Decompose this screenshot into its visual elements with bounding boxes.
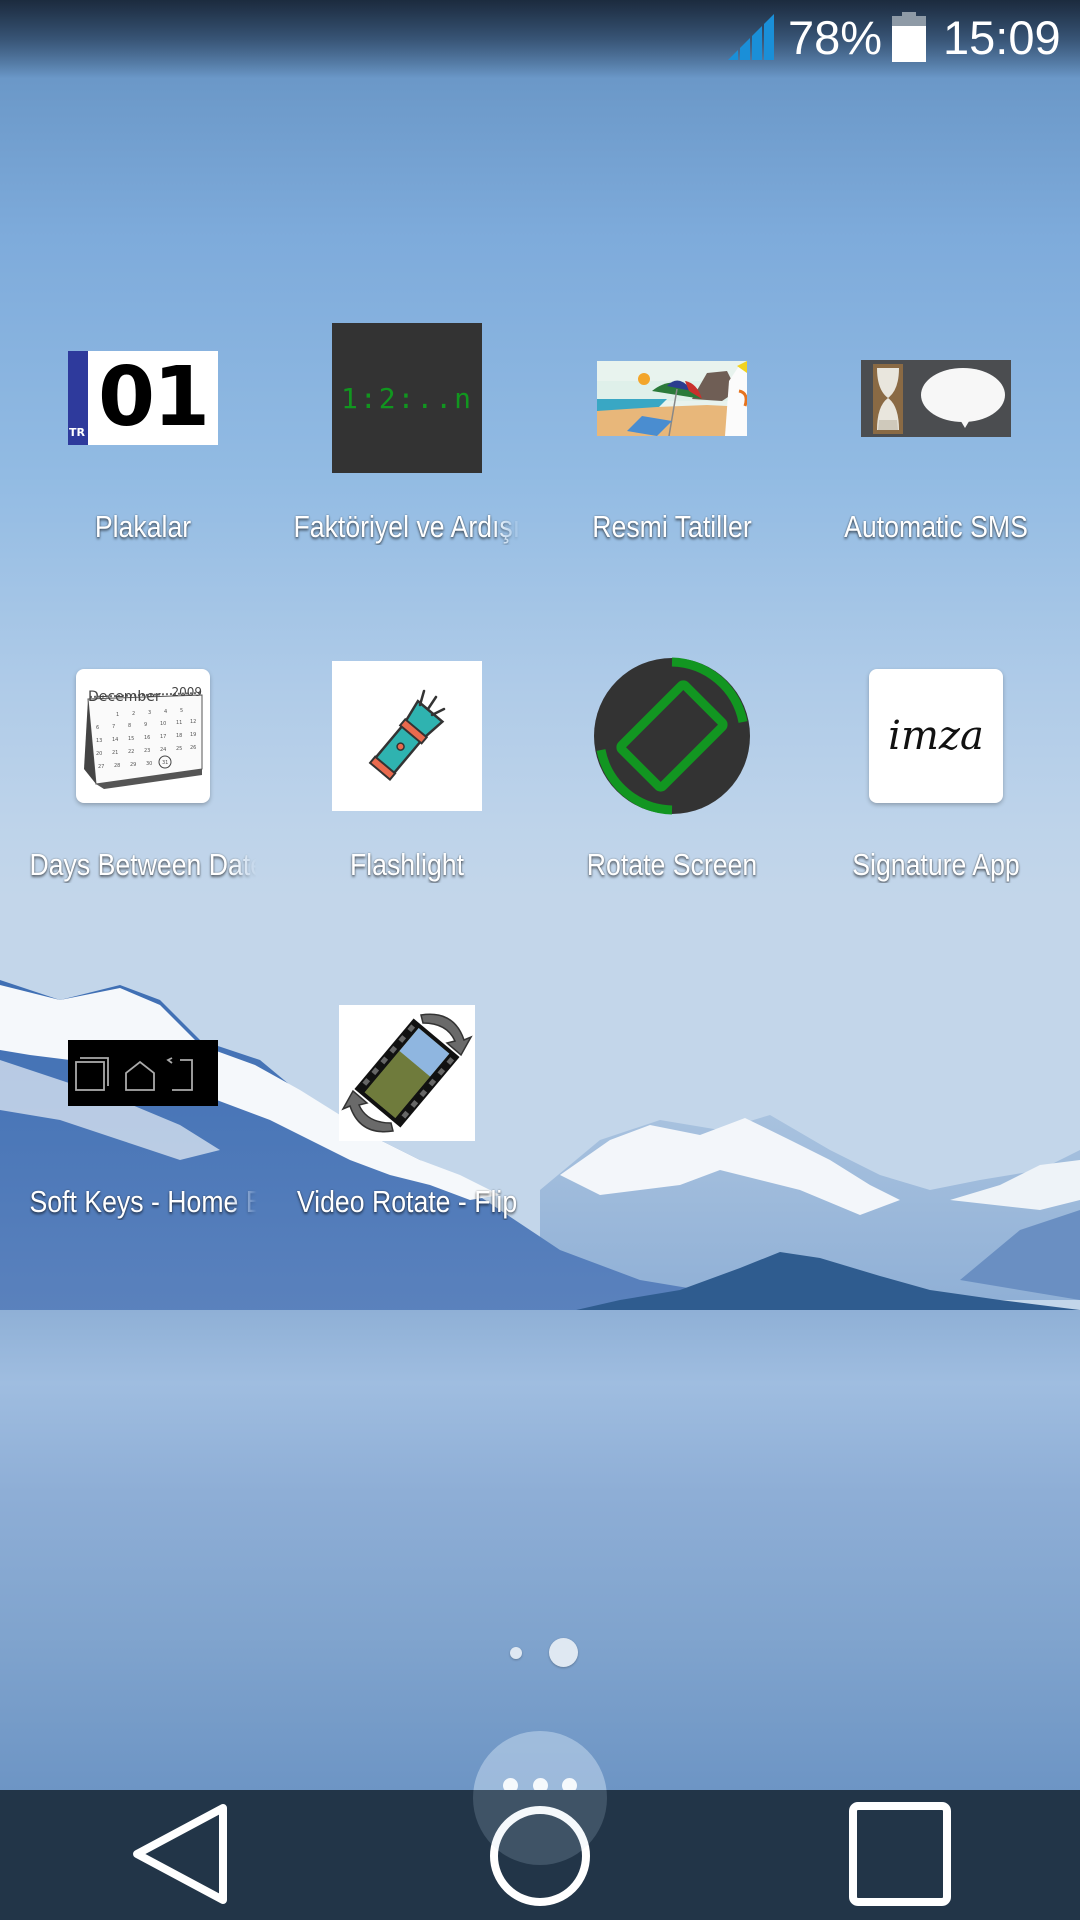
svg-text:12: 12 — [190, 719, 196, 725]
flashlight-icon — [275, 651, 539, 821]
cellular-signal-icon — [728, 14, 774, 60]
app-label: Video Rotate - Flip — [296, 1184, 518, 1219]
soft-keys-icon — [11, 988, 275, 1158]
app-rotate-screen[interactable]: Rotate Screen — [540, 651, 804, 951]
signature-imza-icon: imza — [804, 651, 1068, 821]
app-plakalar[interactable]: TR 01 Plakalar — [11, 313, 275, 613]
app-video-rotate[interactable]: Video Rotate - Flip — [275, 988, 539, 1288]
svg-text:28: 28 — [114, 763, 120, 769]
page-dot-2-active[interactable] — [549, 1638, 578, 1667]
svg-text:10: 10 — [160, 721, 166, 727]
status-bar: 78% 15:09 — [0, 0, 1080, 78]
svg-text:30: 30 — [146, 761, 152, 767]
svg-text:7: 7 — [112, 724, 115, 730]
svg-text:15: 15 — [128, 736, 134, 742]
svg-text:18: 18 — [176, 733, 182, 739]
app-label: Plakalar — [94, 509, 192, 544]
svg-text:3: 3 — [148, 710, 151, 716]
app-label: Soft Keys - Home Button — [29, 1184, 256, 1219]
recents-icon — [849, 1802, 951, 1906]
license-plate-01-icon: TR 01 — [11, 313, 275, 483]
back-button[interactable] — [80, 1790, 280, 1920]
svg-text:31: 31 — [162, 760, 168, 766]
app-flashlight[interactable]: Flashlight — [275, 651, 539, 951]
status-clock: 15:09 — [943, 11, 1061, 64]
beach-holiday-icon — [540, 313, 804, 483]
app-label: Resmi Tatiller — [592, 509, 752, 544]
signature-icon-text: imza — [888, 713, 984, 759]
svg-text:29: 29 — [130, 762, 136, 768]
svg-text:2: 2 — [132, 711, 135, 717]
svg-text:24: 24 — [160, 747, 166, 753]
battery-icon — [892, 12, 926, 62]
plate-number-text: 01 — [97, 350, 210, 445]
plate-badge-text: TR — [69, 426, 85, 439]
factorial-sequence-icon: 1:2:..n — [275, 313, 539, 483]
app-label: Faktöriyel ve Ardışık — [293, 509, 521, 544]
app-label: Signature App — [852, 847, 1020, 882]
svg-text:20: 20 — [96, 751, 102, 757]
factorial-icon-text: 1:2:..n — [340, 381, 473, 415]
svg-text:9: 9 — [144, 722, 147, 728]
svg-text:6: 6 — [96, 725, 99, 731]
app-faktoriyel[interactable]: 1:2:..n Faktöriyel ve Ardışık — [275, 313, 539, 613]
desk-calendar-icon: 12345 6 7 8 9 10 11 12 13 14 15 16 17 18 19 20 21 22 23… — [11, 651, 275, 821]
home-icon — [490, 1806, 590, 1906]
svg-text:22: 22 — [128, 749, 134, 755]
svg-text:4: 4 — [164, 709, 167, 715]
app-signature[interactable]: imza Signature App — [804, 651, 1068, 951]
wallpaper — [0, 0, 1080, 1920]
svg-text:17: 17 — [160, 734, 166, 740]
video-rotate-icon — [275, 988, 539, 1158]
back-icon — [133, 1804, 227, 1904]
navigation-bar — [0, 1731, 1080, 1920]
svg-text:23: 23 — [144, 748, 150, 754]
app-label: Automatic SMS — [844, 509, 1028, 544]
svg-text:5: 5 — [180, 708, 183, 714]
app-label: Days Between Dates — [29, 847, 257, 882]
app-soft-keys[interactable]: Soft Keys - Home Button — [11, 988, 275, 1288]
rotate-screen-icon — [540, 651, 804, 821]
app-automatic-sms[interactable]: Automatic SMS — [804, 313, 1068, 613]
svg-text:16: 16 — [144, 735, 150, 741]
svg-text:27: 27 — [98, 764, 104, 770]
svg-text:26: 26 — [190, 745, 196, 751]
svg-text:1: 1 — [116, 712, 119, 718]
app-days-between-dates[interactable]: 12345 6 7 8 9 10 11 12 13 14 15 16 17 18 19 20 21 22 23… — [11, 651, 275, 951]
battery-percent: 78% — [788, 11, 883, 64]
svg-text:19: 19 — [190, 732, 196, 738]
svg-text:8: 8 — [128, 723, 131, 729]
svg-text:14: 14 — [112, 737, 118, 743]
svg-text:13: 13 — [96, 738, 102, 744]
hourglass-speech-bubble-icon — [804, 313, 1068, 483]
svg-text:21: 21 — [112, 750, 118, 756]
svg-text:11: 11 — [176, 720, 182, 726]
recents-button[interactable] — [800, 1790, 1000, 1920]
home-button[interactable] — [440, 1790, 640, 1920]
app-label: Rotate Screen — [586, 847, 758, 882]
app-label: Flashlight — [349, 847, 465, 882]
app-resmi-tatiller[interactable]: Resmi Tatiller — [540, 313, 804, 613]
page-dot-1[interactable] — [510, 1647, 522, 1659]
calendar-year-text: 2009 — [171, 685, 202, 699]
calendar-month-text: December — [88, 689, 161, 705]
svg-text:25: 25 — [176, 746, 182, 752]
